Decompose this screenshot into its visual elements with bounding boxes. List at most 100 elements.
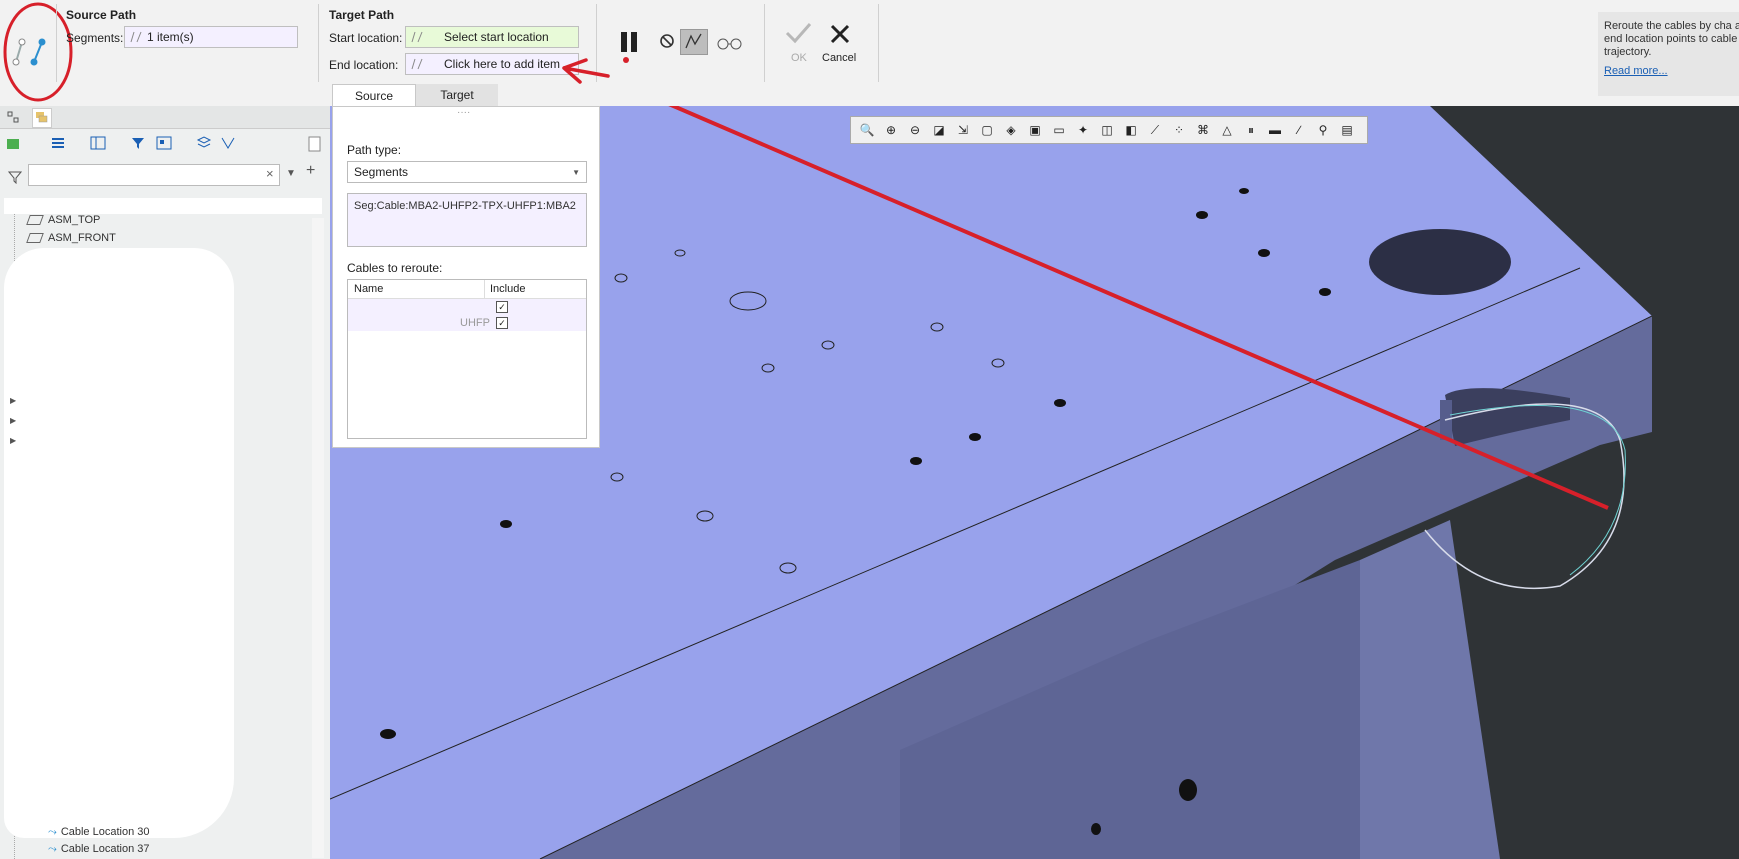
cable-location-icon: ⤳	[48, 843, 57, 855]
datum-axis-icon[interactable]: ⟋	[1143, 118, 1167, 142]
document-icon[interactable]	[308, 136, 322, 155]
row-name: UHFP	[460, 317, 490, 329]
segments-field[interactable]: 1 item(s)	[124, 26, 298, 48]
redacted-area	[4, 248, 234, 838]
zoom-out-icon[interactable]: ⊖	[903, 118, 927, 142]
filter-tree-icon[interactable]	[130, 136, 146, 153]
separator	[318, 4, 319, 82]
refit-icon[interactable]: ◪	[927, 118, 951, 142]
segment-text: Seg:Cable:MBA2-UHFP2-TPX-UHFP1:MBA2	[354, 200, 576, 212]
columns-icon[interactable]	[90, 136, 106, 153]
filter-icon	[7, 170, 23, 187]
tab-target[interactable]: Target	[416, 84, 498, 106]
annotation-icon[interactable]: △	[1215, 118, 1239, 142]
source-path-title: Source Path	[66, 8, 137, 22]
end-location-value: Click here to add item	[444, 57, 561, 71]
tree-item[interactable]: ASM_TOP	[26, 214, 100, 226]
start-location-value: Select start location	[444, 30, 549, 44]
segment-icon	[125, 30, 147, 44]
list-icon[interactable]	[50, 136, 66, 153]
col-name: Name	[354, 283, 384, 295]
tree-item[interactable]: ASM_FRONT	[26, 232, 116, 244]
cancel-x-icon[interactable]	[828, 22, 852, 46]
segments-label: Segments:	[66, 31, 124, 45]
separator	[878, 4, 879, 82]
shading-icon[interactable]: ◧	[1119, 118, 1143, 142]
help-box: Reroute the cables by cha and end locati…	[1598, 12, 1739, 96]
target-path-title: Target Path	[329, 8, 395, 22]
view-manager-icon[interactable]: ▣	[1023, 118, 1047, 142]
layers-icon[interactable]	[196, 136, 212, 153]
cancel-button[interactable]: Cancel	[822, 52, 856, 64]
zoom-in-icon[interactable]: ⊕	[879, 118, 903, 142]
tree-scrollbar[interactable]	[312, 218, 324, 858]
glasses-icon[interactable]	[715, 34, 745, 52]
path-type-select[interactable]: Segments ▼	[347, 161, 587, 183]
csys-icon[interactable]: ⌘	[1191, 118, 1215, 142]
column-divider	[484, 280, 485, 298]
tree-tab-icon[interactable]	[6, 110, 22, 124]
end-location-field[interactable]: Click here to add item	[405, 53, 579, 75]
reorient-icon[interactable]: ⇲	[951, 118, 975, 142]
perspective-icon[interactable]: ▭	[1047, 118, 1071, 142]
layer-view-icon[interactable]: ▬	[1263, 118, 1287, 142]
datum-points-icon[interactable]: ⁘	[1167, 118, 1191, 142]
panel-grip: ····	[457, 107, 471, 118]
datum-plane-icon	[26, 233, 44, 244]
cable-location-icon: ⤳	[48, 826, 57, 838]
table-header: Name Include	[348, 280, 586, 299]
tab-source[interactable]: Source	[332, 84, 416, 107]
display-style-icon[interactable]: ◈	[999, 118, 1023, 142]
cables-table: Name Include ✓ UHFP ✓	[347, 279, 587, 439]
zoom-fit-icon[interactable]: 🔍	[855, 118, 879, 142]
table-row[interactable]: UHFP ✓	[348, 315, 586, 331]
cables-label: Cables to reroute:	[347, 261, 443, 275]
segment-list[interactable]: Seg:Cable:MBA2-UHFP2-TPX-UHFP1:MBA2	[347, 193, 587, 247]
separator	[764, 4, 765, 82]
verify-icon[interactable]	[680, 29, 708, 55]
stop-icon[interactable]	[658, 32, 676, 50]
pause-view-icon[interactable]: ⏸	[1239, 118, 1263, 142]
path-type-value: Segments	[354, 165, 409, 179]
model-tree: × ▼ + ASM_TOP ASM_FRONT ▶ ▶ ▶ ⤳ Cable Loc…	[0, 106, 331, 859]
tree-expanders: ▶ ▶ ▶	[10, 396, 17, 445]
tree-search-input[interactable]	[28, 164, 280, 186]
pause-icon[interactable]	[618, 30, 646, 64]
thickness-icon[interactable]: ▤	[1335, 118, 1359, 142]
tree-header	[4, 198, 322, 214]
col-include: Include	[490, 283, 526, 295]
segment-icon	[406, 30, 428, 44]
source-panel: ···· Path type: Segments ▼ Seg:Cable:MBA…	[332, 106, 600, 448]
read-more-link[interactable]: Read more...	[1598, 59, 1739, 77]
tree-item[interactable]: ⤳ Cable Location 30	[48, 826, 150, 839]
segments-value: 1 item(s)	[147, 30, 194, 44]
separator	[56, 4, 57, 82]
annotation-arrowhead	[562, 58, 610, 84]
view-toolbar: 🔍 ⊕ ⊖ ◪ ⇲ ▢ ◈ ▣ ▭ ✦ ◫ ◧ ⟋ ⁘ ⌘ △ ⏸ ▬ ∕ ⚲ …	[850, 116, 1368, 144]
start-location-label: Start location:	[329, 31, 403, 45]
ok-check-icon[interactable]	[783, 20, 813, 46]
ok-button[interactable]: OK	[791, 52, 807, 64]
part-icon[interactable]	[6, 136, 20, 153]
layer-tab-icon[interactable]	[32, 108, 52, 128]
add-icon[interactable]: +	[306, 162, 315, 180]
settings-tree-icon[interactable]	[156, 136, 172, 153]
show-icon[interactable]	[220, 136, 236, 153]
harness-icon[interactable]: ⚲	[1311, 118, 1335, 142]
tree-item[interactable]: ⤳ Cable Location 37	[48, 843, 150, 856]
dropdown-icon[interactable]: ▼	[286, 168, 296, 179]
clear-icon[interactable]: ×	[266, 166, 274, 181]
table-row[interactable]: ✓	[348, 299, 586, 315]
include-checkbox[interactable]: ✓	[496, 301, 508, 313]
chevron-down-icon: ▼	[572, 167, 580, 177]
section-icon[interactable]: ◫	[1095, 118, 1119, 142]
include-checkbox[interactable]: ✓	[496, 317, 508, 329]
cable-display-icon[interactable]: ∕	[1287, 118, 1311, 142]
segment-icon	[406, 57, 428, 71]
start-location-field[interactable]: Select start location	[405, 26, 579, 48]
spin-center-icon[interactable]: ✦	[1071, 118, 1095, 142]
saved-views-icon[interactable]: ▢	[975, 118, 999, 142]
datum-plane-icon	[26, 215, 44, 226]
ribbon: Source Path Segments: 1 item(s) Target P…	[0, 0, 1739, 107]
tree-toolbar	[0, 130, 330, 156]
